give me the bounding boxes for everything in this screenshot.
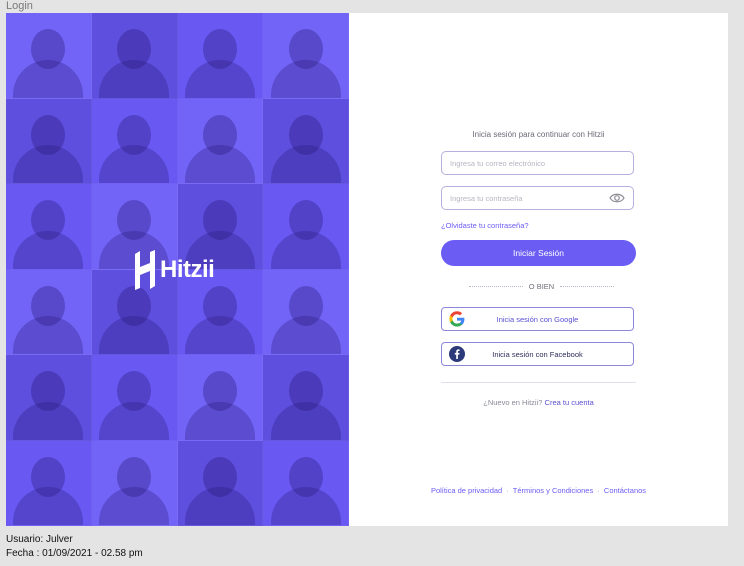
- photo-tile: [263, 184, 349, 270]
- privacy-policy-link[interactable]: Política de privacidad: [431, 486, 502, 495]
- facebook-login-label: Inicia sesión con Facebook: [492, 349, 583, 359]
- password-field[interactable]: Ingresa tu contraseña: [441, 186, 634, 210]
- google-icon: [449, 311, 465, 327]
- photo-tile: [6, 13, 92, 99]
- signup-text: ¿Nuevo en Hitzii?: [483, 398, 543, 407]
- google-login-button[interactable]: Inicia sesión con Google: [441, 307, 634, 331]
- photo-tile: [91, 98, 178, 184]
- photo-tile: [91, 440, 178, 526]
- terms-link[interactable]: Términos y Condiciones: [513, 486, 593, 495]
- divider-line: [469, 285, 523, 287]
- google-login-label: Inicia sesión con Google: [496, 314, 579, 324]
- password-placeholder: Ingresa tu contraseña: [450, 193, 523, 203]
- photo-tile: [177, 355, 264, 441]
- divider-line: [560, 285, 614, 287]
- hitzii-logo: Hitzii: [132, 249, 215, 291]
- separator-line: [441, 382, 636, 383]
- hitzii-logo-mark-icon: [132, 250, 158, 290]
- photo-tile: [6, 440, 92, 526]
- photo-tile: [263, 355, 349, 441]
- photo-tile: [177, 98, 264, 184]
- footer-separator: ·: [597, 486, 600, 495]
- login-frame: Hitzii Inicia sesión para continuar con …: [6, 13, 728, 526]
- photo-tile: [6, 269, 92, 355]
- window-title: Login: [6, 0, 33, 12]
- login-panel: Inicia sesión para continuar con Hitzii …: [349, 13, 728, 526]
- brand-name: Hitzii: [160, 256, 215, 283]
- footer-links: Política de privacidad · Términos y Cond…: [349, 486, 728, 495]
- create-account-link[interactable]: Crea tu cuenta: [545, 398, 594, 407]
- facebook-icon: [449, 346, 465, 362]
- email-field[interactable]: Ingresa tu correo electrónico: [441, 151, 634, 175]
- photo-tile: [177, 440, 264, 526]
- signup-prompt: ¿Nuevo en Hitzii? Crea tu cuenta: [441, 398, 636, 407]
- footer-separator: ·: [506, 486, 509, 495]
- meta-user: Usuario: Julver: [6, 534, 73, 545]
- divider-label: O BIEN: [528, 281, 555, 291]
- photo-tile: [91, 13, 178, 99]
- photo-tile: [6, 98, 92, 184]
- eye-icon[interactable]: [609, 192, 625, 204]
- photo-tile: [177, 13, 264, 99]
- photo-tile: [263, 269, 349, 355]
- meta-date: Fecha : 01/09/2021 - 02.58 pm: [6, 548, 143, 559]
- facebook-login-button[interactable]: Inicia sesión con Facebook: [441, 342, 634, 366]
- forgot-password-link[interactable]: ¿Olvidaste tu contraseña?: [441, 221, 529, 230]
- contact-link[interactable]: Contáctanos: [604, 486, 646, 495]
- login-subtitle: Inicia sesión para continuar con Hitzii: [472, 130, 605, 139]
- or-divider: O BIEN: [469, 281, 614, 291]
- email-placeholder: Ingresa tu correo electrónico: [450, 158, 546, 168]
- photo-tile: [263, 440, 349, 526]
- hero-photo-collage: Hitzii: [6, 13, 349, 526]
- photo-tile: [91, 355, 178, 441]
- photo-tile: [263, 13, 349, 99]
- login-button[interactable]: Iniciar Sesión: [441, 240, 636, 266]
- photo-tile: [6, 355, 92, 441]
- photo-tile: [6, 184, 92, 270]
- photo-tile: [263, 98, 349, 184]
